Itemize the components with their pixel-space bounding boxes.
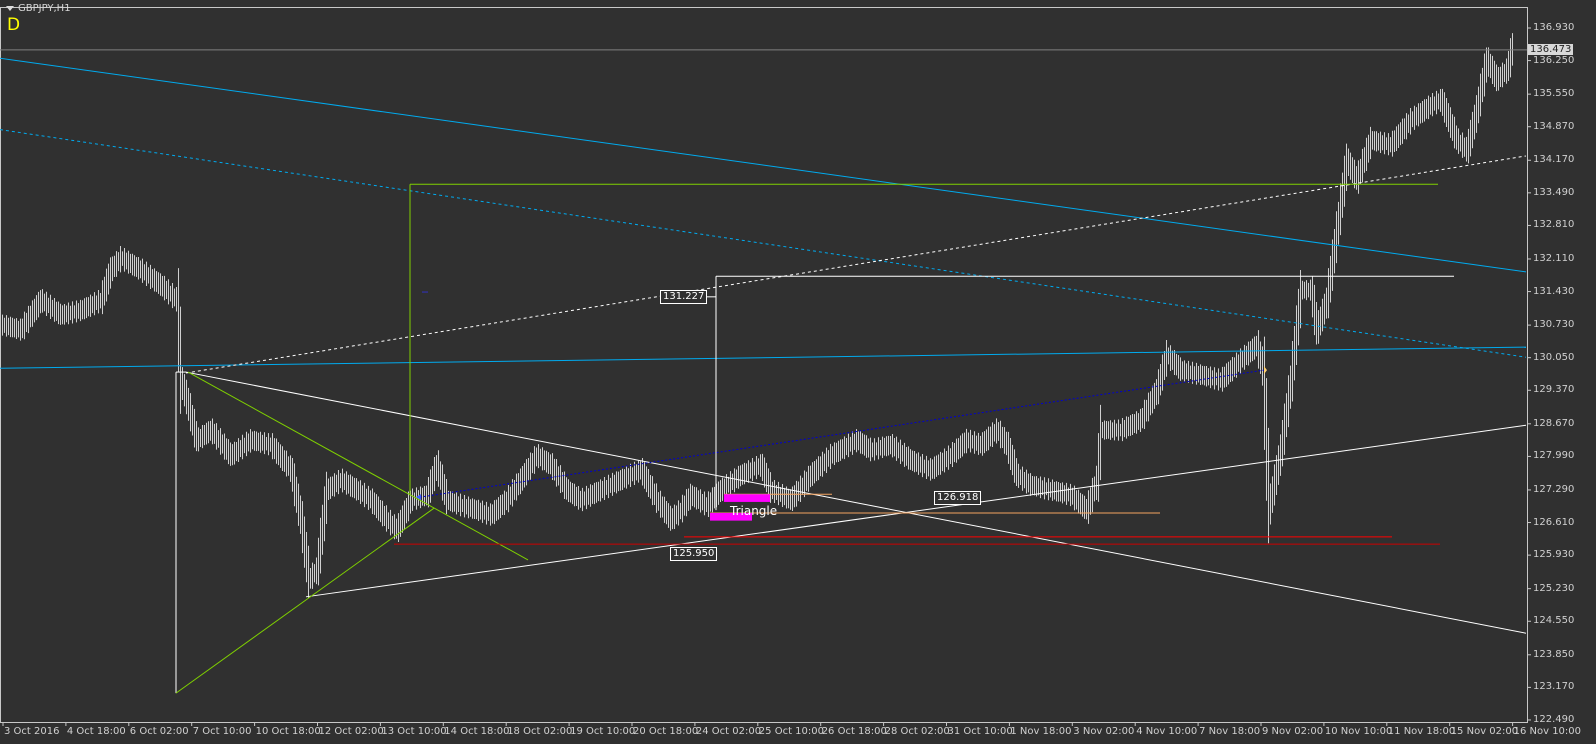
y-tick-label: 128.670 bbox=[1533, 417, 1575, 429]
price-chart[interactable] bbox=[0, 0, 1596, 744]
x-tick-label: 6 Oct 02:00 bbox=[129, 726, 189, 737]
y-tick-label: 123.170 bbox=[1533, 681, 1575, 693]
y-tick-label: 136.250 bbox=[1533, 54, 1575, 66]
y-tick-label: 123.850 bbox=[1533, 648, 1575, 660]
price-label: 126.918 bbox=[934, 491, 982, 506]
x-tick-label: 31 Oct 10:00 bbox=[947, 726, 1013, 737]
price-label: 125.950 bbox=[670, 546, 718, 561]
indicator-mark: D bbox=[7, 15, 21, 35]
y-tick-label: 132.810 bbox=[1533, 219, 1575, 231]
x-tick-label: 15 Nov 02:00 bbox=[1450, 726, 1519, 737]
x-tick-label: 16 Nov 10:00 bbox=[1513, 726, 1582, 737]
trendline bbox=[185, 371, 1527, 634]
y-tick-label: 127.990 bbox=[1533, 450, 1575, 462]
x-tick-label: 7 Nov 18:00 bbox=[1199, 726, 1261, 737]
x-tick-label: 1 Nov 18:00 bbox=[1010, 726, 1072, 737]
chart-window[interactable]: GBPJPY,H1 D 136.930 136.250 135.550 134.870… bbox=[0, 0, 1596, 744]
x-tick-label: 19 Oct 10:00 bbox=[570, 726, 636, 737]
x-tick-label: 25 Oct 10:00 bbox=[758, 726, 824, 737]
chart-title: GBPJPY,H1 bbox=[6, 3, 71, 14]
trendline bbox=[0, 129, 1527, 358]
y-tick-label: 125.230 bbox=[1533, 582, 1575, 594]
dropdown-triangle-icon[interactable] bbox=[6, 6, 14, 11]
symbol-title: GBPJPY,H1 bbox=[18, 3, 71, 14]
x-tick-label: 10 Oct 18:00 bbox=[255, 726, 321, 737]
price-label: 131.227 bbox=[660, 289, 708, 304]
y-tick-label: 129.370 bbox=[1533, 384, 1575, 396]
x-tick-label: 7 Oct 10:00 bbox=[192, 726, 252, 737]
x-tick-label: 4 Nov 10:00 bbox=[1136, 726, 1198, 737]
y-tick-label: 122.490 bbox=[1533, 713, 1575, 725]
trendline bbox=[419, 369, 1265, 498]
x-tick-label: 14 Oct 18:00 bbox=[444, 726, 510, 737]
x-tick-label: 3 Oct 2016 bbox=[4, 726, 60, 737]
x-tick-label: 3 Nov 02:00 bbox=[1073, 726, 1135, 737]
x-tick-label: 4 Oct 18:00 bbox=[66, 726, 126, 737]
y-tick-label: 134.870 bbox=[1533, 120, 1575, 132]
x-tick-label: 26 Oct 18:00 bbox=[821, 726, 887, 737]
x-tick-label: 20 Oct 18:00 bbox=[633, 726, 699, 737]
x-tick-label: 28 Oct 02:00 bbox=[884, 726, 950, 737]
y-tick-label: 130.050 bbox=[1533, 351, 1575, 363]
pattern-rectangle bbox=[724, 494, 770, 502]
y-tick-label: 134.170 bbox=[1533, 154, 1575, 166]
x-tick-label: 11 Nov 18:00 bbox=[1387, 726, 1456, 737]
arrow-marker-icon bbox=[1264, 366, 1267, 375]
y-tick-label: 131.430 bbox=[1533, 285, 1575, 297]
trendline bbox=[0, 57, 1527, 273]
x-tick-label: 9 Nov 02:00 bbox=[1262, 726, 1324, 737]
x-tick-label: 12 Oct 02:00 bbox=[318, 726, 384, 737]
y-tick-label: 126.610 bbox=[1533, 516, 1575, 528]
y-tick-label: 136.930 bbox=[1533, 22, 1575, 33]
x-tick-label: 13 Oct 10:00 bbox=[381, 726, 447, 737]
trendline bbox=[185, 155, 1527, 374]
y-tick-label: 125.930 bbox=[1533, 549, 1575, 561]
x-tick-label: 18 Oct 02:00 bbox=[507, 726, 573, 737]
x-tick-label: 24 Oct 02:00 bbox=[695, 726, 762, 737]
current-price-label: 136.473 bbox=[1528, 43, 1574, 55]
y-tick-label: 135.550 bbox=[1533, 88, 1575, 100]
y-tick-label: 127.290 bbox=[1533, 483, 1575, 495]
pattern-label: Triangle bbox=[730, 503, 778, 518]
y-tick-label: 124.550 bbox=[1533, 615, 1575, 627]
x-tick-label: 10 Nov 10:00 bbox=[1324, 726, 1393, 737]
y-tick-label: 130.730 bbox=[1533, 319, 1575, 331]
y-tick-label: 132.110 bbox=[1533, 252, 1575, 264]
y-tick-label: 133.490 bbox=[1533, 186, 1575, 198]
trendline bbox=[0, 346, 1527, 369]
trendline bbox=[187, 371, 529, 561]
